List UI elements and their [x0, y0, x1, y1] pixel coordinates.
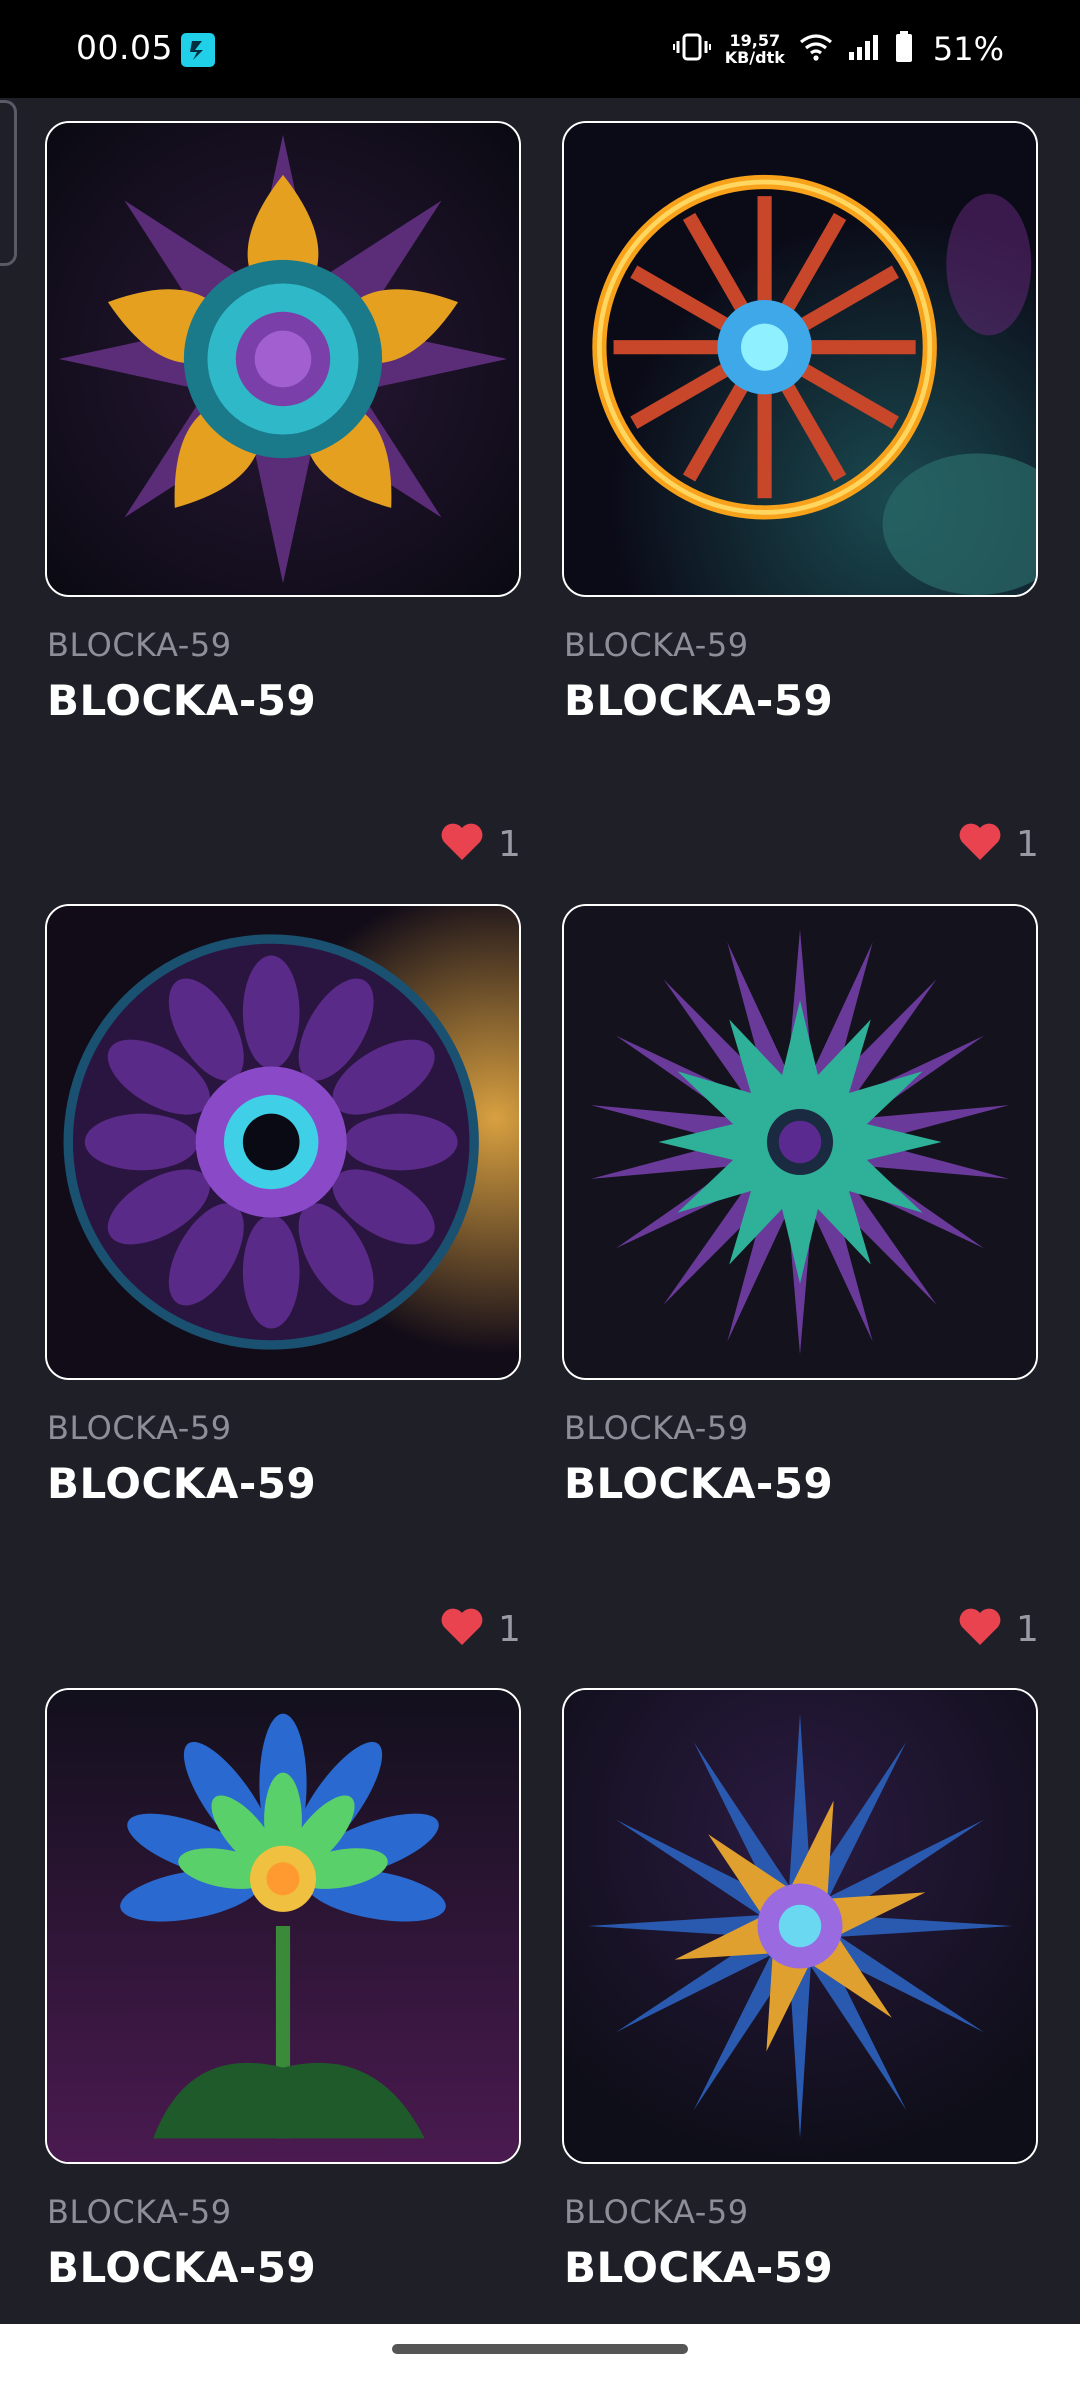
card-creator: BLOCKA-59: [564, 626, 749, 664]
home-indicator[interactable]: [392, 2344, 688, 2354]
card-title: BLOCKA-59: [564, 2243, 834, 2292]
heart-icon: [958, 822, 1002, 866]
status-bar: 00.05 19,57 KB/dtk 51%: [0, 0, 1080, 98]
like-count: 1: [498, 1608, 521, 1650]
like-count: 1: [1016, 823, 1039, 865]
like-button[interactable]: 1: [958, 1607, 1039, 1651]
status-right: 19,57 KB/dtk 51%: [672, 24, 1004, 74]
nft-image-teal-spiky[interactable]: [562, 904, 1038, 1380]
card-creator: BLOCKA-59: [47, 2193, 232, 2231]
network-speed-unit: KB/dtk: [724, 48, 785, 67]
like-button[interactable]: 1: [440, 1607, 521, 1651]
card-creator: BLOCKA-59: [564, 1409, 749, 1447]
like-count: 1: [498, 823, 521, 865]
card-title: BLOCKA-59: [47, 676, 317, 725]
card-title: BLOCKA-59: [47, 2243, 317, 2292]
nft-image-purple-mandala[interactable]: [45, 904, 521, 1380]
app-notification-icon: [181, 33, 215, 67]
heart-icon: [958, 1607, 1002, 1651]
nft-image-blue-orange-starburst[interactable]: [562, 1688, 1038, 2164]
signal-icon: [847, 33, 881, 65]
vibrate-icon: [672, 32, 711, 66]
status-time: 00.05: [76, 28, 173, 67]
side-edge-handle[interactable]: [0, 100, 17, 266]
battery-percent: 51%: [932, 30, 1004, 68]
like-button[interactable]: 1: [958, 822, 1039, 866]
card-creator: BLOCKA-59: [47, 1409, 232, 1447]
network-speed: 19,57 KB/dtk: [725, 32, 785, 66]
navigation-bar: [0, 2324, 1080, 2388]
wifi-icon: [799, 33, 833, 65]
network-speed-value: 19,57: [729, 31, 781, 50]
card-title: BLOCKA-59: [47, 1459, 317, 1508]
battery-icon: [895, 31, 913, 67]
card-title: BLOCKA-59: [564, 676, 834, 725]
card-creator: BLOCKA-59: [564, 2193, 749, 2231]
nft-image-orange-purple-lotus[interactable]: [45, 121, 521, 597]
card-title: BLOCKA-59: [564, 1459, 834, 1508]
heart-icon: [440, 1607, 484, 1651]
nft-image-blue-green-lotus[interactable]: [45, 1688, 521, 2164]
like-button[interactable]: 1: [440, 822, 521, 866]
nft-image-glowing-ring[interactable]: [562, 121, 1038, 597]
like-count: 1: [1016, 1608, 1039, 1650]
card-creator: BLOCKA-59: [47, 626, 232, 664]
heart-icon: [440, 822, 484, 866]
